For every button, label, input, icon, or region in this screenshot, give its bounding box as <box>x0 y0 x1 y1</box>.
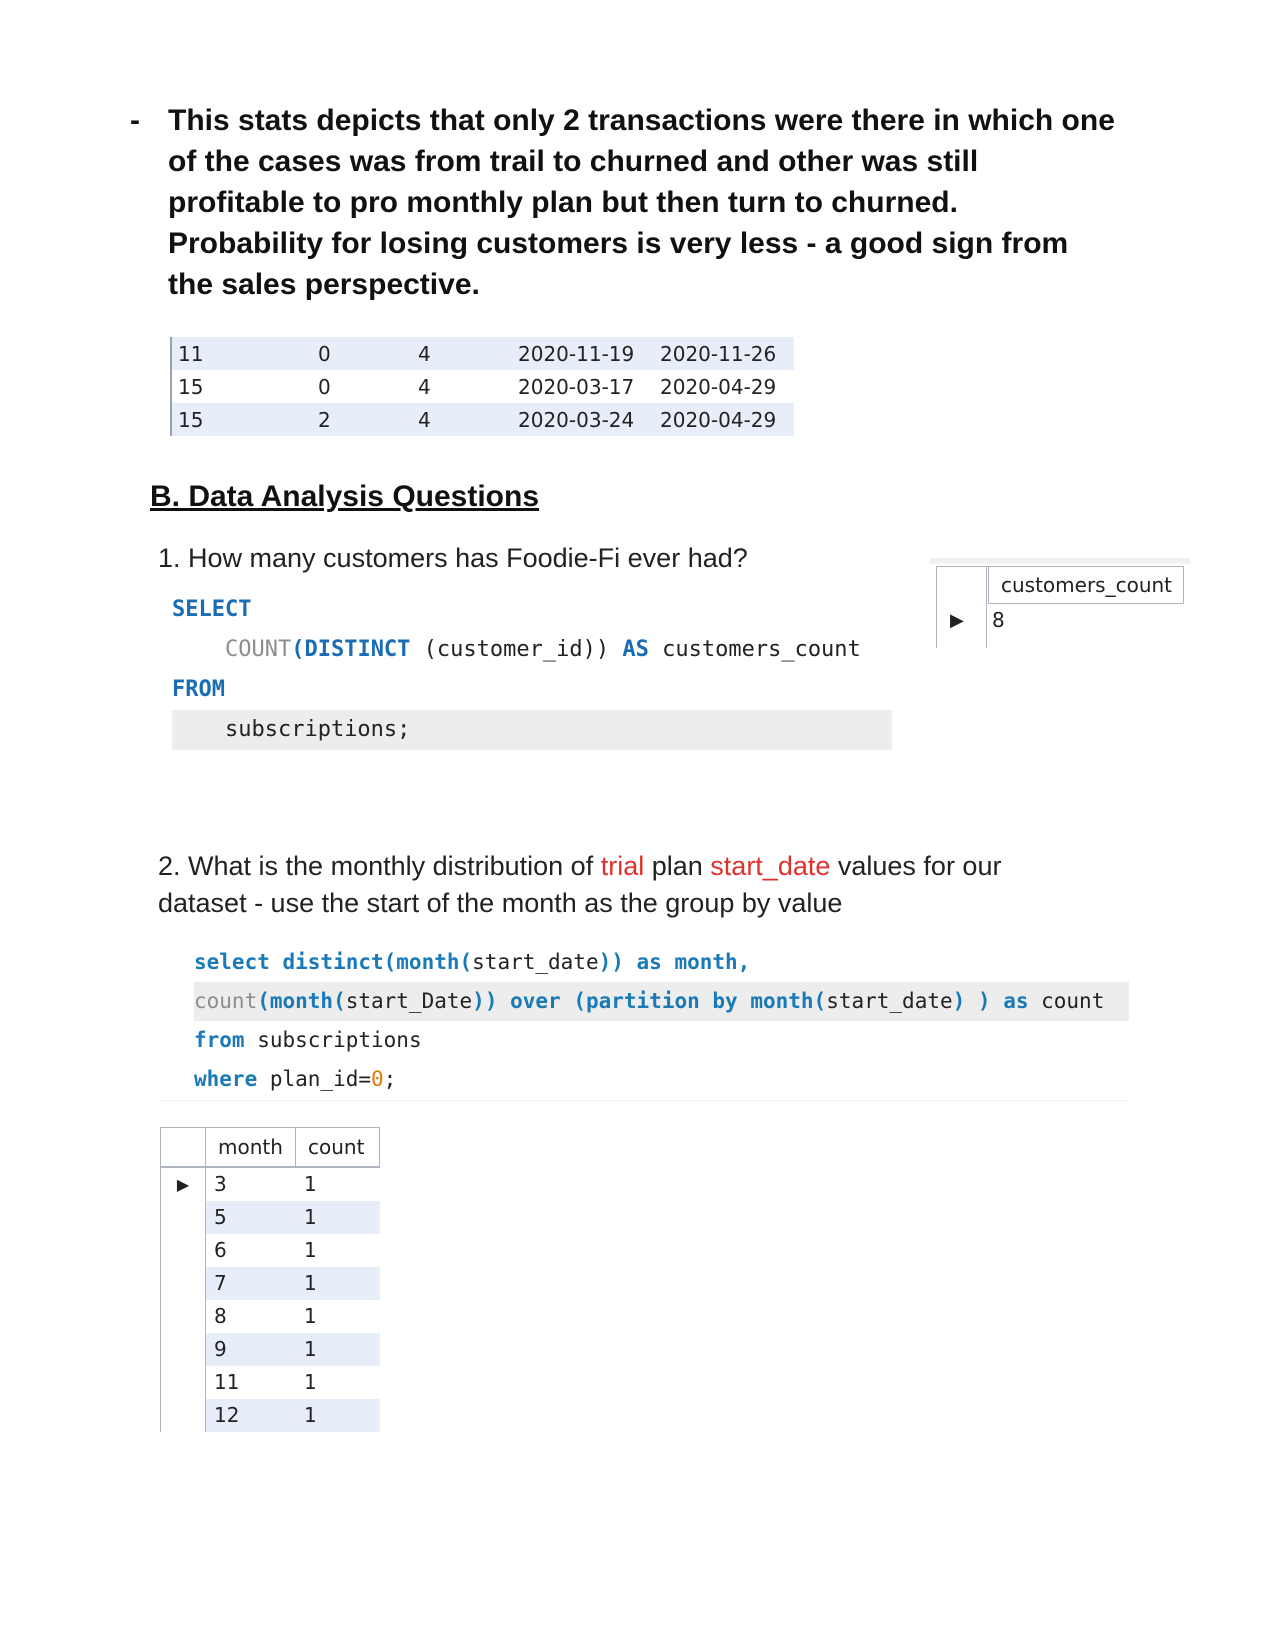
sql-function: COUNT <box>224 637 292 662</box>
table-cell: 2020-11-26 <box>660 341 777 366</box>
code-line: from subscriptions <box>194 1021 1129 1060</box>
table-row: 6 1 <box>160 1234 380 1267</box>
bullet-marker: - <box>130 104 140 137</box>
sql-keyword: )) over (partition by month( <box>472 989 827 1013</box>
sql-keyword: AS <box>622 637 649 662</box>
table-cell: 1 <box>304 1304 317 1328</box>
table-cell: 2020-03-17 <box>518 374 635 399</box>
play-triangle-icon: ▶ <box>950 610 964 630</box>
column-header: count <box>296 1128 380 1166</box>
sql-keyword: FROM <box>172 677 225 702</box>
table-cell: 0 <box>318 374 331 399</box>
code-line: where plan_id=0; <box>194 1060 1129 1099</box>
sql-keyword: SELECT <box>172 597 252 622</box>
sql-keyword: (DISTINCT <box>291 637 411 662</box>
table-cell: 1 <box>296 1201 380 1234</box>
code-line: COUNT(DISTINCT (customer_id)) AS custome… <box>172 630 892 670</box>
table-row: 9 1 <box>160 1333 380 1366</box>
sql-keyword: select distinct(month( <box>194 950 473 974</box>
table-cell: 15 <box>178 374 204 399</box>
table-cell: 2 <box>318 407 331 432</box>
table-cell: 1 <box>304 1370 317 1394</box>
table-cell: 4 <box>418 407 431 432</box>
highlight-trial: trial <box>600 851 645 881</box>
sql-table: subscriptions <box>244 1028 422 1052</box>
table-cell: 8 <box>992 608 1005 632</box>
table-cell: 3 <box>214 1172 227 1196</box>
table-cell: 11 <box>178 341 204 366</box>
sql-column: start_Date <box>345 989 473 1013</box>
table-cell: 11 <box>214 1370 240 1394</box>
sql-keyword: where <box>194 1067 258 1091</box>
sql-function: count <box>194 989 258 1013</box>
table-cell: 8 <box>214 1304 227 1328</box>
code-line: select distinct(month(start_date)) as mo… <box>194 943 1129 982</box>
question-2-text: 2. What is the monthly distribution of t… <box>158 848 1058 922</box>
table-cell: 0 <box>318 341 331 366</box>
sql-terminator: ; <box>383 1067 397 1091</box>
table-row: ▶ 3 1 <box>160 1168 380 1201</box>
table-cell: 1 <box>296 1267 380 1300</box>
code-line: subscriptions; <box>172 710 892 750</box>
table-cell: 1 <box>304 1172 317 1196</box>
sql-table: subscriptions; <box>224 717 411 742</box>
result-grid-transactions: 11 0 4 2020-11-19 2020-11-26 15 0 4 2020… <box>170 337 794 436</box>
sql-argument: (customer_id)) <box>410 637 610 662</box>
table-cell: 7 <box>206 1267 296 1300</box>
section-heading: B. Data Analysis Questions <box>150 480 540 513</box>
result-grid-customers-count: customers_count ▶ 8 <box>930 558 1196 648</box>
result-grid-month-count: month count ▶ 3 1 5 1 6 1 7 1 8 1 9 1 11… <box>160 1127 380 1432</box>
table-cell: 4 <box>418 374 431 399</box>
sql-alias: customers_count <box>648 637 861 662</box>
sql-column: plan_id= <box>257 1067 372 1091</box>
table-cell: 1 <box>296 1399 380 1432</box>
table-cell: 2020-11-19 <box>518 341 635 366</box>
play-triangle-icon: ▶ <box>160 1168 206 1201</box>
table-cell: 2020-04-29 <box>660 407 777 432</box>
question-text-part: plan <box>644 851 711 881</box>
bullet-paragraph: This stats depicts that only 2 transacti… <box>168 104 1115 301</box>
table-row: 15 2 4 2020-03-24 2020-04-29 <box>172 403 794 436</box>
code-line: count(month(start_Date)) over (partition… <box>194 982 1129 1021</box>
sql-number: 0 <box>371 1067 384 1091</box>
table-row: 7 1 <box>160 1267 380 1300</box>
table-cell: 2020-04-29 <box>660 374 777 399</box>
sql-column: start_date <box>472 950 599 974</box>
sql-alias: count <box>1028 989 1105 1013</box>
code-block-query-1: SELECT COUNT(DISTINCT (customer_id)) AS … <box>172 590 892 750</box>
table-row: 11 0 4 2020-11-19 2020-11-26 <box>172 337 794 370</box>
column-header: month <box>206 1128 296 1166</box>
code-line: SELECT <box>172 590 892 630</box>
sql-column: start_date <box>826 989 953 1013</box>
table-cell: 9 <box>206 1333 296 1366</box>
table-cell: 4 <box>418 341 431 366</box>
table-cell: 2020-03-24 <box>518 407 635 432</box>
sql-keyword: ) ) as <box>952 989 1029 1013</box>
table-cell: 12 <box>206 1399 296 1432</box>
table-row: 5 1 <box>160 1201 380 1234</box>
table-cell: 6 <box>214 1238 227 1262</box>
code-line: FROM <box>172 670 892 710</box>
code-block-query-2: select distinct(month(start_date)) as mo… <box>194 943 1129 1099</box>
table-row: 11 1 <box>160 1366 380 1399</box>
sql-keyword: from <box>194 1028 245 1052</box>
table-cell: 1 <box>304 1238 317 1262</box>
table-row: 8 1 <box>160 1300 380 1333</box>
question-text-part: 2. What is the monthly distribution of <box>158 851 601 881</box>
column-header: customers_count <box>988 566 1184 604</box>
question-1-text: 1. How many customers has Foodie-Fi ever… <box>158 543 748 573</box>
table-cell: 15 <box>178 407 204 432</box>
table-header-row: month count <box>160 1127 380 1168</box>
table-cell: 5 <box>206 1201 296 1234</box>
table-cell: 1 <box>296 1333 380 1366</box>
highlight-start-date: start_date <box>710 851 831 881</box>
sql-keyword: (month( <box>257 989 346 1013</box>
table-row: 15 0 4 2020-03-17 2020-04-29 <box>172 370 794 403</box>
table-row: 12 1 <box>160 1399 380 1432</box>
sql-keyword: )) as month, <box>598 950 751 974</box>
